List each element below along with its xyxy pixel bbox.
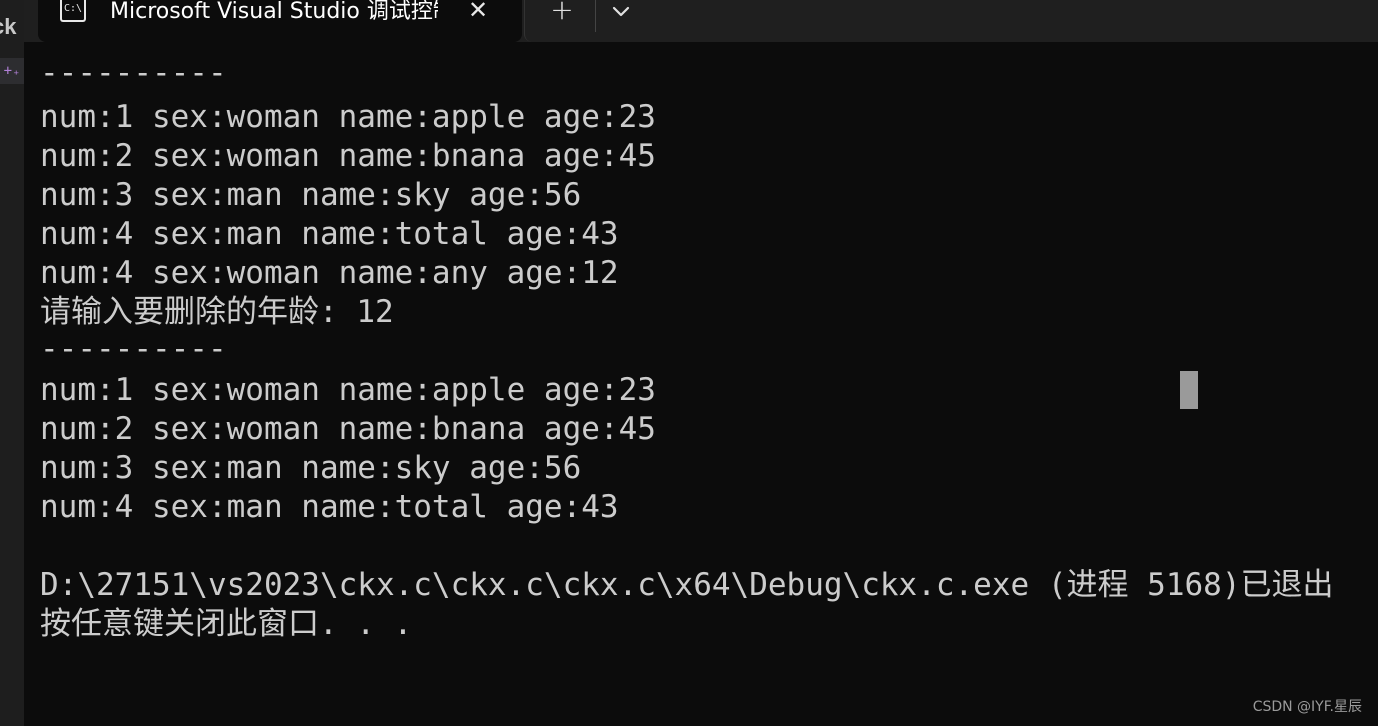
close-icon[interactable]: ✕ <box>466 0 490 24</box>
tab-actions-divider <box>595 0 596 32</box>
terminal-output[interactable]: ---------- num:1 sex:woman name:apple ag… <box>24 42 1378 726</box>
background-window-strip: ck +₊ <box>0 0 24 726</box>
terminal-line: num:2 sex:woman name:bnana age:45 <box>40 138 656 174</box>
terminal-line: ---------- <box>40 331 227 367</box>
terminal-line: num:2 sex:woman name:bnana age:45 <box>40 411 656 447</box>
terminal-line: num:4 sex:man name:total age:43 <box>40 216 619 252</box>
console-icon: C:\ <box>60 0 86 22</box>
terminal-line: num:4 sex:woman name:any age:12 <box>40 255 619 291</box>
terminal-line: 请输入要删除的年龄: 12 <box>40 294 394 330</box>
terminal-line: num:3 sex:man name:sky age:56 <box>40 177 582 213</box>
new-tab-button[interactable]: + <box>548 0 576 24</box>
watermark: CSDN @IYF.星辰 <box>1252 699 1362 715</box>
terminal-line: ---------- <box>40 55 227 91</box>
terminal-line: 按任意键关闭此窗口. . . <box>40 606 413 642</box>
terminal-line: num:3 sex:man name:sky age:56 <box>40 450 582 486</box>
terminal-line: num:1 sex:woman name:apple age:23 <box>40 99 656 135</box>
tab-title: Microsoft Visual Studio 调试控制台 <box>110 0 438 24</box>
terminal-line: num:4 sex:man name:total age:43 <box>40 489 619 525</box>
tab-debug-console[interactable]: C:\ Microsoft Visual Studio 调试控制台 ✕ <box>38 0 522 42</box>
text-cursor <box>1180 371 1198 409</box>
tab-bar: C:\ Microsoft Visual Studio 调试控制台 ✕ + <box>24 0 1378 42</box>
terminal-line: num:1 sex:woman name:apple age:23 <box>40 372 656 408</box>
terminal-line: D:\27151\vs2023\ckx.c\ckx.c\ckx.c\x64\De… <box>40 567 1334 603</box>
chevron-down-icon[interactable] <box>609 0 633 24</box>
background-window-text: ck <box>0 14 17 39</box>
add-item-icon[interactable]: +₊ <box>0 58 24 84</box>
tab-bar-actions <box>524 0 1378 42</box>
